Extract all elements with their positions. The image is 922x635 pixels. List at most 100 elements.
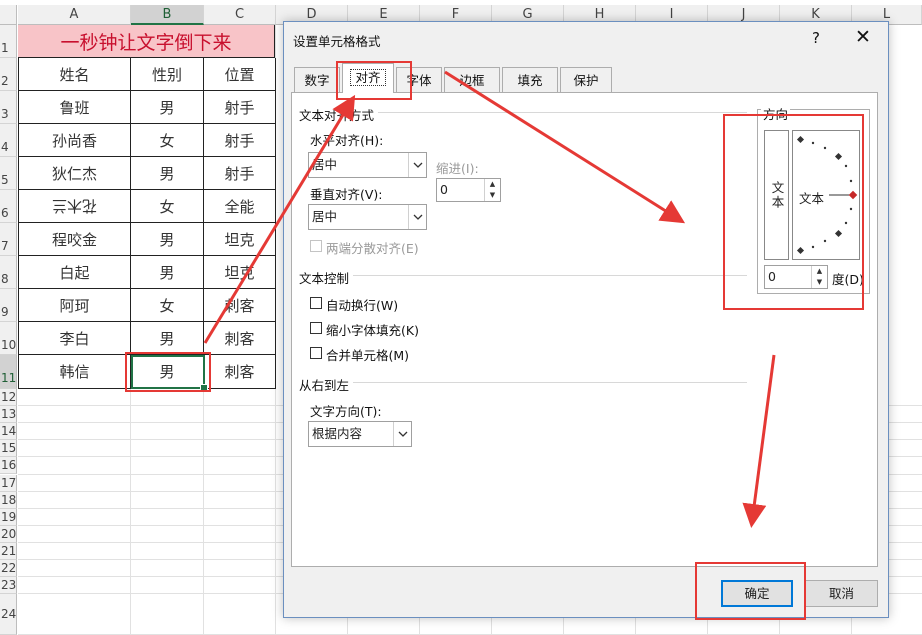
table-cell[interactable]: 射手 [204, 91, 276, 124]
text-control-heading: 文本控制 [299, 268, 354, 287]
table-cell[interactable]: 鲁班 [18, 91, 131, 124]
row-header-2[interactable]: 2 [0, 58, 17, 91]
tab-label: 保护 [573, 73, 599, 88]
table-cell[interactable]: 女 [131, 190, 204, 223]
merge-cells-checkbox[interactable] [310, 347, 322, 359]
tab-alignment[interactable]: 对齐 [342, 63, 394, 93]
horizontal-align-label: 水平对齐(H): [310, 133, 384, 148]
annotation-box-ok [695, 562, 806, 620]
shrink-to-fit-label: 缩小字体填充(K) [326, 323, 419, 338]
table-cell[interactable]: 阿珂 [18, 289, 131, 322]
close-button[interactable]: ✕ [855, 26, 871, 48]
select-all-corner[interactable] [0, 5, 17, 25]
table-cell[interactable]: 坦克 [204, 223, 276, 256]
row-header-20[interactable]: 20 [0, 525, 17, 543]
table-cell[interactable]: 男 [131, 322, 204, 355]
table-cell[interactable]: 射手 [204, 124, 276, 157]
table-cell[interactable]: 男 [131, 157, 204, 190]
column-header-c[interactable]: C [204, 5, 276, 25]
table-cell[interactable]: 程咬金 [18, 223, 131, 256]
table-cell[interactable]: 孙尚香 [18, 124, 131, 157]
row-header-17[interactable]: 17 [0, 474, 17, 492]
row-header-3[interactable]: 3 [0, 91, 17, 124]
cell-text: 孙尚香 [51, 131, 97, 150]
justify-distributed-checkbox[interactable] [310, 240, 322, 252]
tab-label: 对齐 [350, 69, 386, 86]
cell-text: 韩信 [59, 363, 90, 381]
row-header-7[interactable]: 7 [0, 223, 17, 256]
table-cell[interactable]: 全能 [204, 190, 276, 223]
table-cell[interactable]: 男 [131, 256, 204, 289]
table-cell[interactable]: 韩信 [18, 355, 131, 389]
column-header-b[interactable]: B [131, 5, 204, 25]
table-cell[interactable]: 男 [131, 91, 204, 124]
row-header-19[interactable]: 19 [0, 508, 17, 526]
shrink-to-fit-checkbox[interactable] [310, 322, 322, 334]
tab-fill[interactable]: 填充 [502, 67, 558, 92]
cell-text: 男 [159, 230, 175, 249]
table-cell[interactable]: 白起 [18, 256, 131, 289]
row-header-22[interactable]: 22 [0, 560, 17, 578]
row-header-12[interactable]: 12 [0, 389, 17, 407]
row-header-11[interactable]: 11 [0, 355, 17, 389]
table-cell[interactable]: 女 [131, 124, 204, 157]
cell-text: 男 [159, 164, 175, 183]
row-header-18[interactable]: 18 [0, 491, 17, 509]
row-header-13[interactable]: 13 [0, 406, 17, 424]
table-cell[interactable]: 刺客 [204, 355, 276, 389]
row-header-4[interactable]: 4 [0, 124, 17, 157]
tab-protection[interactable]: 保护 [560, 67, 612, 92]
row-header-21[interactable]: 21 [0, 542, 17, 560]
vertical-align-select[interactable]: 居中 [308, 204, 427, 230]
table-cell[interactable]: 刺客 [204, 322, 276, 355]
spin-down-icon[interactable]: ▼ [485, 190, 500, 201]
title-cell[interactable]: 一秒钟让文字倒下来 [18, 25, 275, 58]
header-cell[interactable]: 位置 [204, 58, 276, 91]
cell-text: 刺客 [224, 363, 255, 381]
row-header-6[interactable]: 6 [0, 190, 17, 223]
row-header-9[interactable]: 9 [0, 289, 17, 322]
table-cell[interactable]: 女 [131, 289, 204, 322]
header-cell[interactable]: 姓名 [18, 58, 131, 91]
horizontal-align-select[interactable]: 居中 [308, 152, 427, 178]
column-header-a[interactable]: A [18, 5, 131, 25]
table-cell[interactable]: 狄仁杰 [18, 157, 131, 190]
table-cell[interactable]: 刺客 [204, 289, 276, 322]
cell-text: 女 [159, 296, 175, 315]
cell-text: 程咬金 [51, 230, 97, 249]
row-header-15[interactable]: 15 [0, 440, 17, 458]
table-cell[interactable]: 坦克 [204, 256, 276, 289]
header-cell[interactable]: 性别 [131, 58, 204, 91]
table-cell[interactable]: 男 [131, 223, 204, 256]
cell-text: 位置 [224, 65, 255, 84]
indent-value: 0 [440, 182, 448, 197]
row-header-24[interactable]: 24 [0, 594, 17, 635]
cell-text: 射手 [224, 131, 255, 150]
cell-text: 狄仁杰 [51, 164, 97, 183]
cell-text: 坦克 [224, 230, 255, 249]
row-header-23[interactable]: 23 [0, 577, 17, 595]
indent-spinner[interactable]: 0 ▲ ▼ [436, 178, 501, 202]
row-header-5[interactable]: 5 [0, 157, 17, 190]
tab-border[interactable]: 边框 [444, 67, 500, 92]
row-header-8[interactable]: 8 [0, 256, 17, 289]
help-button[interactable]: ? [812, 29, 820, 47]
text-direction-select[interactable]: 根据内容 [308, 421, 412, 447]
horizontal-align-value: 居中 [312, 157, 338, 172]
wrap-text-checkbox[interactable] [310, 297, 322, 309]
row-header-1[interactable]: 1 [0, 25, 17, 58]
cell-text: 姓名 [59, 65, 90, 84]
row-header-10[interactable]: 10 [0, 322, 17, 355]
cell-text: 射手 [224, 98, 255, 117]
table-cell[interactable]: 射手 [204, 157, 276, 190]
row-header-16[interactable]: 16 [0, 457, 17, 475]
table-cell[interactable]: 花木兰 [18, 190, 131, 223]
cell-text: 射手 [224, 164, 255, 183]
cell-text: 男 [159, 98, 175, 117]
table-cell[interactable]: 李白 [18, 322, 131, 355]
row-header-14[interactable]: 14 [0, 423, 17, 441]
spin-up-icon[interactable]: ▲ [485, 179, 500, 190]
cancel-button[interactable]: 取消 [805, 580, 878, 607]
tab-number[interactable]: 数字 [294, 67, 340, 92]
wrap-text-label: 自动换行(W) [326, 298, 399, 313]
